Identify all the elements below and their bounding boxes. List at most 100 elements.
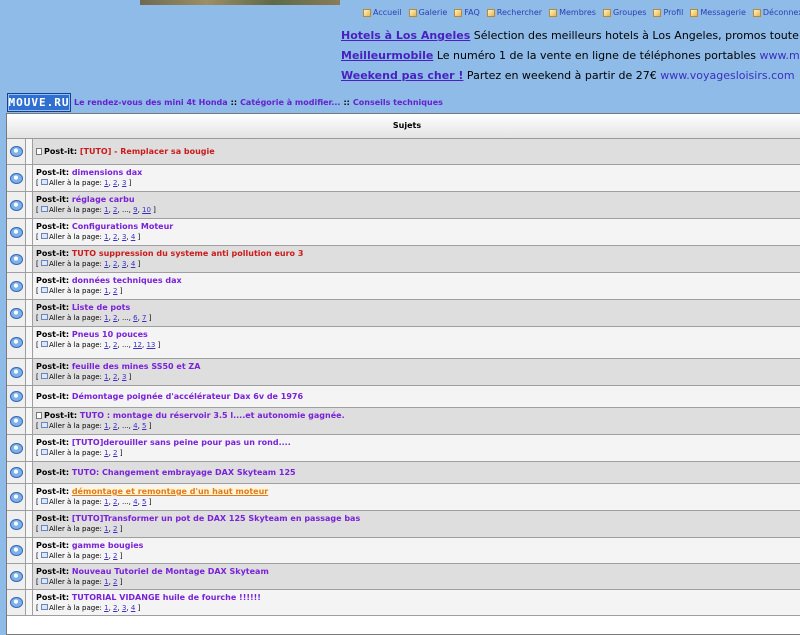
page-link[interactable]: 10 [142,206,151,214]
nav-groupes[interactable]: Groupes [602,8,646,17]
home-icon [363,8,371,17]
profile-icon [653,8,662,17]
topic-title-link[interactable]: dimensions dax [72,168,142,177]
breadcrumb-current-forum[interactable]: Conseils techniques [353,98,443,107]
page-link[interactable]: 3 [122,260,126,268]
topic-title-link[interactable]: TUTO: Changement embrayage DAX Skyteam 1… [72,468,296,477]
ad-weekend-link[interactable]: Weekend pas cher ! [341,69,463,82]
nav-messagerie[interactable]: Messagerie [690,8,746,17]
topic-title-link[interactable]: démontage et remontage d'un haut moteur [71,487,269,496]
topic-icon-cell [26,462,33,483]
topic-title-link[interactable]: TUTO suppression du systeme anti polluti… [72,249,304,258]
page-link[interactable]: 4 [133,498,137,506]
page-link[interactable]: 6 [133,314,137,322]
page-link[interactable]: 4 [131,233,135,241]
ad-hotels-link[interactable]: Hotels à Los Angeles [341,29,470,42]
ad-weekend-url[interactable]: www.voyagesloisirs.com [660,69,794,82]
nav-accueil[interactable]: Accueil [363,8,402,17]
topic-title-link[interactable]: réglage carbu [72,195,135,204]
goto-page-label: Aller à la page: [48,449,102,457]
page-link[interactable]: 2 [113,525,117,533]
topic-icon-cell [26,139,33,164]
page-link[interactable]: 2 [113,179,117,187]
topic-title-link[interactable]: [TUTO] - Remplacer sa bougie [80,147,215,156]
page-link[interactable]: 5 [142,422,146,430]
page-link[interactable]: 2 [113,552,117,560]
page-link[interactable]: 1 [104,314,108,322]
forum-logo[interactable]: MOUVE.RU [7,92,71,112]
page-link[interactable]: 1 [104,552,108,560]
topic-folder-icon [9,415,23,427]
page-link[interactable]: 3 [122,373,126,381]
topic-status-cell [7,462,26,483]
topic-title-link[interactable]: Démontage poignée d'accélérateur Dax 6v … [72,392,303,401]
page-link[interactable]: 1 [104,525,108,533]
topic-title-link[interactable]: données techniques dax [72,276,182,285]
page-link[interactable]: 9 [133,206,137,214]
page-link[interactable]: 2 [113,373,117,381]
page-link[interactable]: 2 [113,449,117,457]
page-link[interactable]: 4 [133,422,137,430]
breadcrumb-separator: :: [343,97,350,107]
page-link[interactable]: 7 [142,314,146,322]
page-link[interactable]: 2 [113,260,117,268]
page-link[interactable]: 1 [104,422,108,430]
page-link[interactable]: 1 [104,179,108,187]
page-link[interactable]: 2 [113,422,117,430]
page-link[interactable]: 1 [104,578,108,586]
page-link[interactable]: 3 [122,179,126,187]
goto-page-label: Aller à la page: [48,552,102,560]
topic-title-link[interactable]: [TUTO]derouiller sans peine pour pas un … [72,438,291,447]
topic-icon-cell [26,192,33,218]
page-link[interactable]: 3 [122,604,126,612]
page-link[interactable]: 1 [104,498,108,506]
postit-label: Post-it: [36,276,70,285]
topic-title-link[interactable]: TUTORIAL VIDANGE huile de fourche !!!!!! [72,593,261,602]
topic-title-link[interactable]: Pneus 10 pouces [72,330,148,339]
page-link[interactable]: 2 [113,233,117,241]
page-link[interactable]: 1 [104,604,108,612]
page-link[interactable]: 4 [131,604,135,612]
postit-label: Post-it: [36,567,70,576]
ad-mobile-link[interactable]: Meilleurmobile [341,49,433,62]
page-link[interactable]: 2 [113,578,117,586]
page-link[interactable]: 2 [113,341,117,349]
pagination-ellipsis: ... [121,206,129,214]
page-link[interactable]: 2 [113,206,117,214]
page-link[interactable]: 2 [113,314,117,322]
nav-galerie[interactable]: Galerie [408,8,447,17]
topic-title-link[interactable]: feuille des mines SS50 et ZA [72,362,201,371]
nav-profil[interactable]: Profil [653,8,683,17]
page-link[interactable]: 3 [122,233,126,241]
topic-title-link[interactable]: gamme bougies [72,541,144,550]
page-link[interactable]: 2 [113,498,117,506]
breadcrumb-category[interactable]: Catégorie à modifier... [240,98,340,107]
topic-title-link[interactable]: Configurations Moteur [72,222,173,231]
page-link[interactable]: 5 [142,498,146,506]
page-link[interactable]: 2 [113,604,117,612]
topic-title-link[interactable]: Liste de pots [72,303,130,312]
page-link[interactable]: 4 [131,260,135,268]
page-link[interactable]: 1 [104,233,108,241]
page-link[interactable]: 13 [146,341,155,349]
page-link[interactable]: 1 [104,206,108,214]
nav-rechercher[interactable]: Rechercher [486,8,542,17]
breadcrumb-forum-home[interactable]: Le rendez-vous des mini 4t Honda [74,98,228,107]
page-link[interactable]: 1 [104,287,108,295]
page-link[interactable]: 1 [104,341,108,349]
page-link[interactable]: 2 [113,287,117,295]
nav-faq[interactable]: FAQ [454,8,480,17]
page-link[interactable]: 1 [104,449,108,457]
page-link[interactable]: 1 [104,373,108,381]
nav-membres[interactable]: Membres [549,8,596,17]
page-link[interactable]: 1 [104,260,108,268]
gallery-icon [408,8,417,17]
nav-deconnexion[interactable]: Déconnexion [752,8,800,17]
goto-page-icon [40,498,48,504]
page-link[interactable]: 12 [133,341,142,349]
ad-mobile-url[interactable]: www.meilleurmobi [760,49,800,62]
breadcrumb: MOUVE.RU Le rendez-vous des mini 4t Hond… [7,92,443,112]
topic-title-link[interactable]: [TUTO]Transformer un pot de DAX 125 Skyt… [72,514,360,523]
topic-title-link[interactable]: TUTO : montage du réservoir 3.5 l....et … [80,411,345,420]
topic-title-link[interactable]: Nouveau Tutoriel de Montage DAX Skyteam [72,567,269,576]
